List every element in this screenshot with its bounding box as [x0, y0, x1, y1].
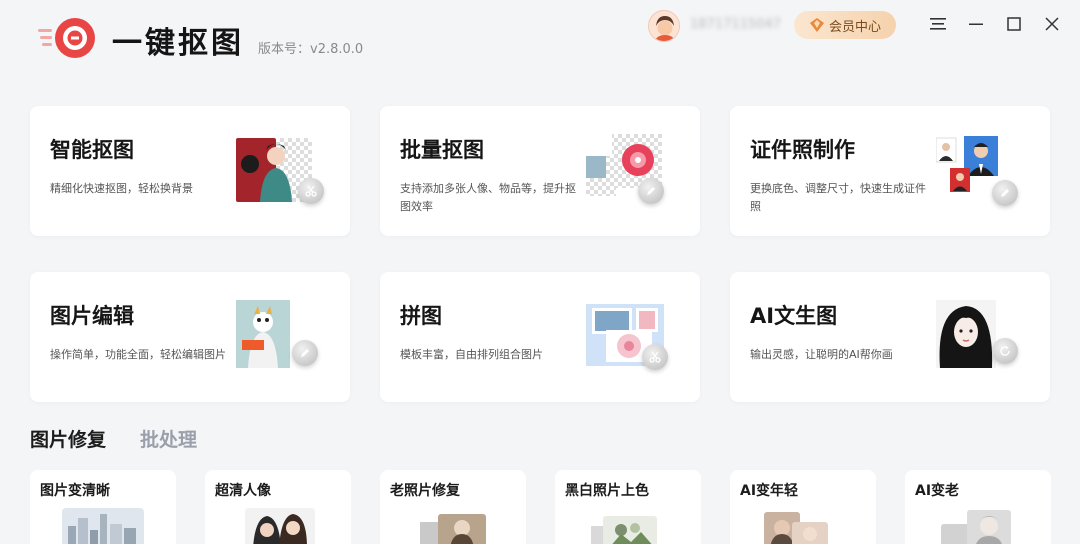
user-avatar[interactable] — [648, 10, 680, 42]
menu-button[interactable] — [926, 12, 950, 36]
minimize-button[interactable] — [964, 12, 988, 36]
maximize-icon — [1007, 17, 1021, 31]
avatar-icon — [649, 11, 679, 41]
image-edit-icon — [236, 300, 290, 368]
card-desc: 更换底色、调整尺寸，快速生成证件照 — [750, 182, 926, 213]
card-desc: 输出灵感，让聪明的AI帮你画 — [750, 348, 893, 361]
vip-center-label: 会员中心 — [828, 19, 881, 35]
card-desc: 精细化快速抠图，轻松换背景 — [50, 182, 193, 195]
city-thumbnail-icon — [62, 508, 144, 544]
edit-badge-icon — [992, 180, 1018, 206]
tool-ai-younger[interactable]: AI变年轻 — [730, 470, 876, 544]
tool-ai-older[interactable]: AI变老 — [905, 470, 1051, 544]
colorize-thumbnail-icon — [591, 516, 657, 544]
card-ai-text-to-image[interactable]: AI文生图 输出灵感，让聪明的AI帮你画 — [730, 272, 1050, 402]
tool-title: 超清人像 — [215, 483, 271, 499]
scissors-badge-icon — [298, 178, 324, 204]
tool-title: AI变年轻 — [740, 483, 799, 499]
card-title: 批量抠图 — [400, 138, 484, 162]
refresh-badge-icon — [992, 338, 1018, 364]
tool-title: 黑白照片上色 — [565, 483, 649, 499]
card-title: 智能抠图 — [50, 138, 134, 162]
vip-center-button[interactable]: 会员中心 — [794, 11, 896, 39]
tab-batch-processing[interactable]: 批处理 — [140, 425, 197, 452]
card-id-photo[interactable]: 证件照制作 更换底色、调整尺寸，快速生成证件照 — [730, 106, 1050, 236]
card-desc: 支持添加多张人像、物品等，提升抠图效率 — [400, 182, 576, 213]
card-batch-cutout[interactable]: 批量抠图 支持添加多张人像、物品等，提升抠图效率 — [380, 106, 700, 236]
card-image-edit[interactable]: 图片编辑 操作简单，功能全面，轻松编辑图片 — [30, 272, 350, 402]
card-collage[interactable]: 拼图 模板丰富，自由排列组合图片 — [380, 272, 700, 402]
card-desc: 操作简单，功能全面，轻松编辑图片 — [50, 348, 226, 361]
tab-image-repair[interactable]: 图片修复 — [30, 425, 106, 452]
card-title: AI文生图 — [750, 304, 838, 328]
close-button[interactable] — [1040, 12, 1064, 36]
card-desc: 模板丰富，自由排列组合图片 — [400, 348, 543, 361]
maximize-button[interactable] — [1002, 12, 1026, 36]
vip-diamond-icon — [809, 18, 824, 32]
older-thumbnail-icon — [941, 510, 1011, 544]
collage-icon — [586, 304, 664, 366]
card-title: 图片编辑 — [50, 304, 134, 328]
tool-old-photo-repair[interactable]: 老照片修复 — [380, 470, 526, 544]
title-bar: 一键抠图 版本号：v2.8.0.0 18717115047 会员中心 — [0, 0, 1080, 80]
tool-title: 图片变清晰 — [40, 483, 110, 499]
username: 18717115047 — [690, 17, 781, 32]
portrait-thumbnail-icon — [245, 508, 315, 544]
app-title: 一键抠图 — [112, 26, 244, 61]
tool-image-sharpen[interactable]: 图片变清晰 — [30, 470, 176, 544]
close-icon — [1045, 17, 1059, 31]
card-title: 证件照制作 — [750, 138, 855, 162]
card-title: 拼图 — [400, 304, 442, 328]
version-label: 版本号：v2.8.0.0 — [258, 42, 364, 57]
tool-colorize-photo[interactable]: 黑白照片上色 — [555, 470, 701, 544]
edit-badge-icon — [638, 178, 664, 204]
tool-hd-portrait[interactable]: 超清人像 — [205, 470, 351, 544]
tool-title: 老照片修复 — [390, 483, 460, 499]
old-photo-thumbnail-icon — [420, 514, 486, 544]
app-logo-icon — [38, 18, 95, 58]
batch-cutout-icon — [586, 134, 662, 196]
card-smart-cutout[interactable]: 智能抠图 精细化快速抠图，轻松换背景 — [30, 106, 350, 236]
scissors-badge-icon — [642, 344, 668, 370]
tool-title: AI变老 — [915, 483, 960, 499]
menu-icon — [930, 18, 946, 30]
minimize-icon — [969, 23, 983, 25]
younger-thumbnail-icon — [764, 512, 828, 544]
edit-badge-icon — [292, 340, 318, 366]
